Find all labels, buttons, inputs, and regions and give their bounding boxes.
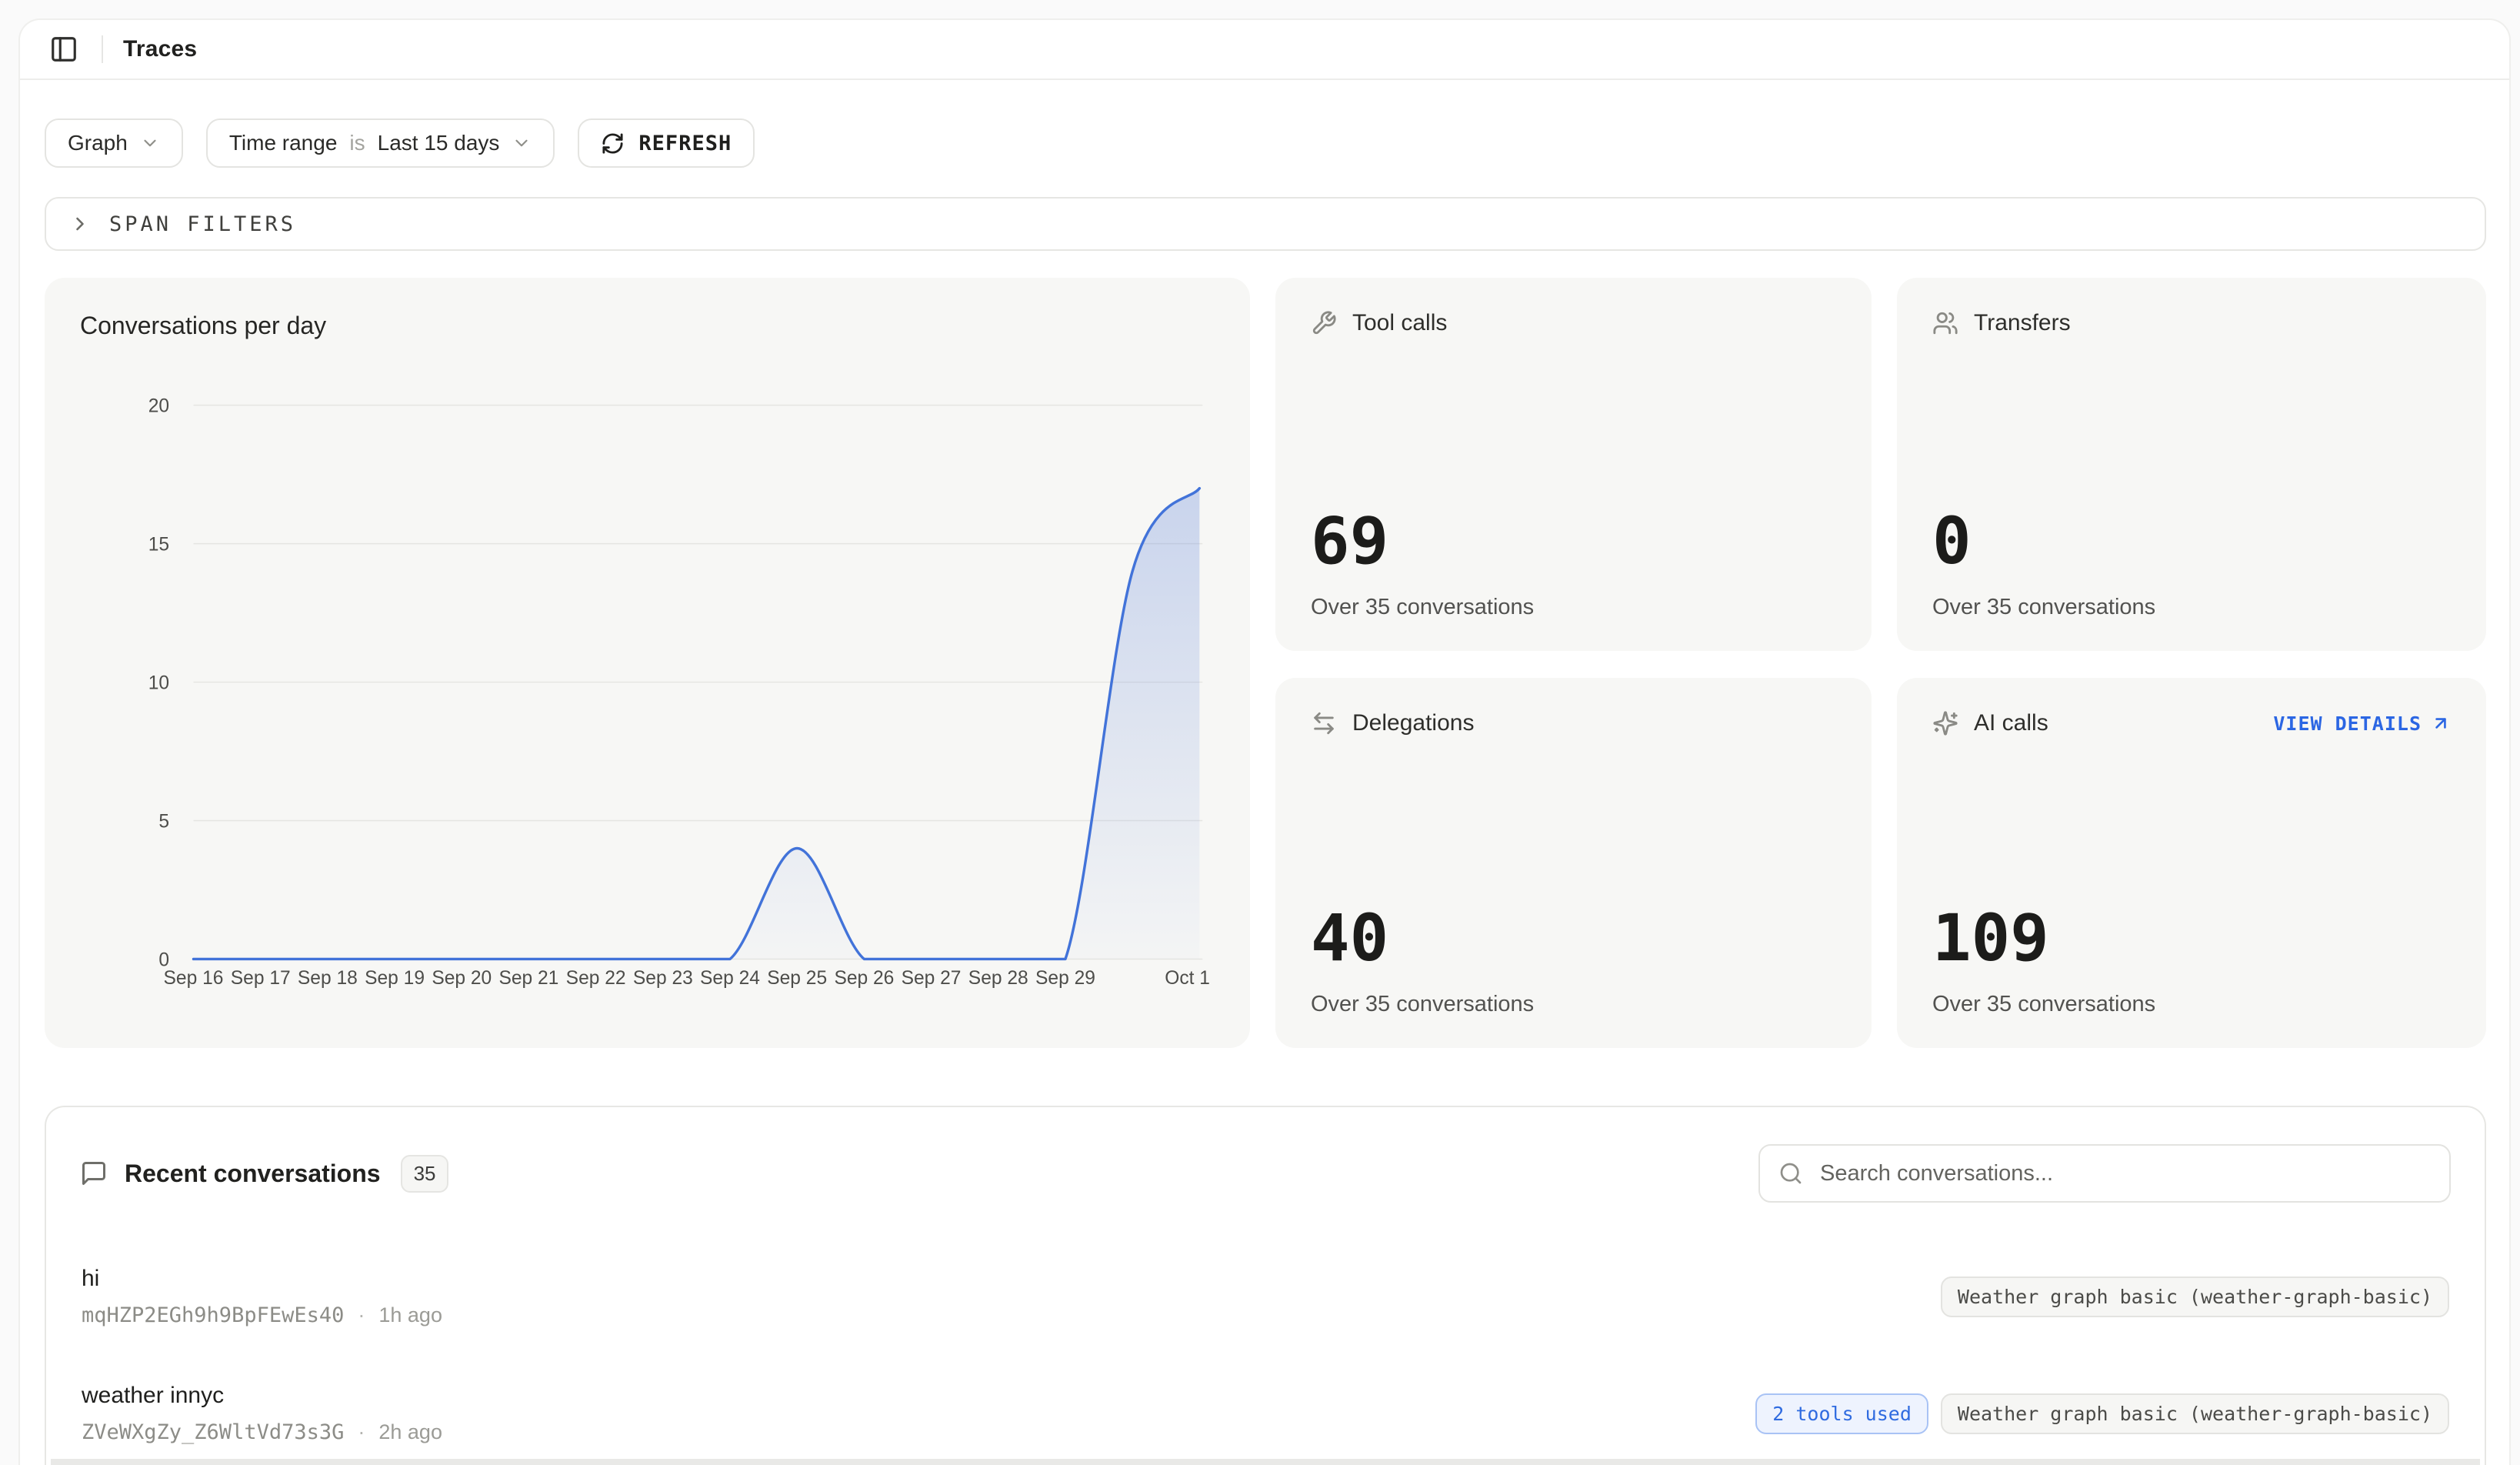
stat-card-transfers: Transfers 0 Over 35 conversations [1897,278,2486,651]
span-filters-toggle[interactable]: SPAN FILTERS [45,197,2486,251]
stat-caption: Over 35 conversations [1311,992,1836,1017]
conversation-id: ZVeWXgZy_Z6WltVd73s3G [82,1420,344,1444]
svg-text:Oct 1: Oct 1 [1165,968,1210,989]
view-selector-label: Graph [68,131,128,155]
stat-value: 109 [1932,906,2451,970]
svg-text:Sep 20: Sep 20 [432,968,492,989]
stat-value: 40 [1311,906,1836,970]
chart-title: Conversations per day [80,312,1215,340]
search-container [1758,1144,2451,1203]
svg-text:Sep 28: Sep 28 [968,968,1028,989]
svg-text:Sep 27: Sep 27 [902,968,962,989]
svg-text:15: 15 [148,534,169,555]
chevron-right-icon [69,213,91,235]
wrench-icon [1311,310,1337,336]
stat-caption: Over 35 conversations [1932,595,2451,620]
stat-title: Tool calls [1352,310,1447,336]
chevron-down-icon [512,133,532,153]
search-icon [1778,1161,1803,1190]
svg-text:Sep 23: Sep 23 [633,968,693,989]
time-range-operator: is [349,131,365,155]
stat-card-ai-calls: AI calls VIEW DETAILS 109 Over 35 conver… [1897,678,2486,1048]
chevron-down-icon [140,133,160,153]
stat-caption: Over 35 conversations [1932,992,2451,1017]
conversation-time: 1h ago [378,1303,442,1327]
svg-text:Sep 29: Sep 29 [1035,968,1095,989]
svg-text:Sep 26: Sep 26 [834,968,894,989]
conversation-row[interactable]: hi mqHZP2EGh9h9BpFEwEs40 · 1h ago Weathe… [80,1238,2451,1355]
conversation-title: hi [82,1266,442,1292]
recent-conversations-section: Recent conversations 35 hi mqHZP2EGh9h9B… [45,1106,2486,1465]
conversations-chart-card: Conversations per day 05101520Sep 16Sep … [45,278,1250,1048]
time-range-filter[interactable]: Time range is Last 15 days [206,118,555,168]
search-input[interactable] [1758,1144,2451,1203]
view-details-label: VIEW DETAILS [2273,712,2422,735]
svg-text:Sep 25: Sep 25 [767,968,827,989]
view-details-link[interactable]: VIEW DETAILS [2273,712,2451,735]
users-icon [1932,310,1958,336]
stat-value: 0 [1932,509,2451,573]
page-title: Traces [123,36,197,62]
stat-title: Delegations [1352,710,1474,736]
stat-title: AI calls [1974,710,2048,736]
stat-card-delegations: Delegations 40 Over 35 conversations [1275,678,1872,1048]
svg-text:Sep 24: Sep 24 [700,968,760,989]
svg-text:Sep 21: Sep 21 [498,968,558,989]
arrow-up-right-icon [2431,713,2451,733]
conversation-time: 2h ago [378,1420,442,1444]
next-row-divider [51,1459,2480,1465]
filter-toolbar: Graph Time range is Last 15 days REFRESH [45,118,2486,168]
svg-text:Sep 16: Sep 16 [164,968,224,989]
conversations-chart: 05101520Sep 16Sep 17Sep 18Sep 19Sep 20Se… [80,345,1215,999]
header-divider [102,35,103,63]
agent-tag: Weather graph basic (weather-graph-basic… [1941,1393,2449,1434]
tools-used-tag: 2 tools used [1755,1393,1928,1434]
svg-text:20: 20 [148,396,169,417]
panel-left-icon [49,35,78,64]
span-filters-label: SPAN FILTERS [109,212,296,236]
svg-text:5: 5 [158,811,169,832]
svg-text:10: 10 [148,672,169,693]
meta-separator: · [358,1420,365,1444]
top-bar: Traces [20,20,2509,80]
stat-card-tool-calls: Tool calls 69 Over 35 conversations [1275,278,1872,651]
conversation-row[interactable]: weather innyc ZVeWXgZy_Z6WltVd73s3G · 2h… [80,1355,2451,1465]
conversation-count-badge: 35 [401,1155,449,1193]
dashboard-grid: Conversations per day 0 5 10 15 20 Sep 16 Sep … [45,278,2486,1048]
time-range-value: Last 15 days [378,131,500,155]
refresh-button[interactable]: REFRESH [578,118,755,168]
conversation-list: hi mqHZP2EGh9h9BpFEwEs40 · 1h ago Weathe… [80,1238,2451,1465]
sidebar-toggle-button[interactable] [46,32,82,67]
main-panel: Traces Graph Time range is Last 15 days … [18,18,2511,1465]
chat-bubble-icon [80,1160,108,1187]
svg-text:Sep 17: Sep 17 [231,968,291,989]
svg-text:Sep 22: Sep 22 [566,968,626,989]
conversation-title: weather innyc [82,1383,442,1409]
stat-value: 69 [1311,509,1836,573]
svg-text:Sep 19: Sep 19 [365,968,425,989]
agent-tag: Weather graph basic (weather-graph-basic… [1941,1276,2449,1317]
refresh-icon [601,132,625,155]
time-range-field: Time range [229,131,338,155]
view-selector-dropdown[interactable]: Graph [45,118,183,168]
meta-separator: · [358,1303,365,1327]
svg-text:Sep 18: Sep 18 [298,968,358,989]
stat-caption: Over 35 conversations [1311,595,1836,620]
conversation-id: mqHZP2EGh9h9BpFEwEs40 [82,1303,344,1327]
refresh-label: REFRESH [638,132,732,155]
recent-conversations-title: Recent conversations [125,1160,381,1188]
arrows-left-right-icon [1311,710,1337,736]
sparkles-icon [1932,710,1958,736]
recent-conversations-header: Recent conversations 35 [80,1143,2451,1204]
stat-title: Transfers [1974,310,2071,336]
